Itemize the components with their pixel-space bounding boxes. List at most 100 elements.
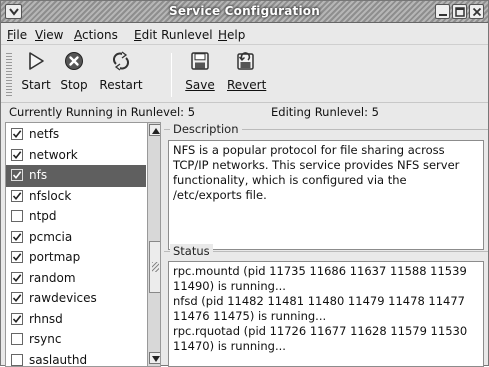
service-name: portmap (29, 250, 80, 264)
service-name: rawdevices (29, 291, 97, 305)
service-name: nfslock (29, 189, 71, 203)
description-body: NFS is a popular protocol for file shari… (173, 143, 479, 203)
service-checkbox[interactable] (11, 272, 23, 284)
scroll-down-button[interactable] (149, 352, 161, 364)
service-row-rhnsd[interactable]: rhnsd (6, 309, 146, 331)
menu-bar: File View Actions Edit Runlevel Help (1, 24, 488, 45)
service-name: rhnsd (29, 312, 63, 326)
service-name: network (29, 148, 78, 162)
menu-edit-runlevel-label: dit Runlevel (142, 28, 213, 42)
arrow-up-icon (152, 128, 160, 134)
status-line-mountd: rpc.mountd (pid 11735 11686 11637 11588 … (173, 264, 479, 294)
status-line-nfsd: nfsd (pid 11482 11481 11480 11479 11478 … (173, 294, 479, 324)
menu-actions-label: ctions (82, 28, 118, 42)
service-row-rsync[interactable]: rsync (6, 329, 146, 351)
service-checkbox[interactable] (11, 313, 23, 325)
service-row-saslauthd[interactable]: saslauthd (6, 350, 146, 367)
service-row-nfslock[interactable]: nfslock (6, 186, 146, 208)
restart-label: Restart (97, 78, 145, 92)
checkmark-icon (12, 314, 22, 324)
window-title: Service Configuration (1, 4, 488, 18)
menu-view[interactable]: View (35, 28, 63, 42)
scroll-up-button[interactable] (149, 124, 161, 136)
runlevel-status-line: Currently Running in Runlevel: 5 Editing… (1, 105, 488, 119)
service-checkbox[interactable] (11, 190, 23, 202)
checkmark-icon (12, 150, 22, 160)
start-label: Start (19, 78, 53, 92)
service-row-nfs[interactable]: nfs (6, 165, 146, 187)
toolbar-grip[interactable] (6, 53, 12, 97)
restart-button[interactable]: Restart (97, 50, 145, 92)
service-row-rawdevices[interactable]: rawdevices (6, 288, 146, 310)
minimize-button[interactable] (435, 4, 450, 19)
save-button[interactable]: Save (185, 50, 215, 92)
stop-label: Stop (57, 78, 91, 92)
service-checkbox[interactable] (11, 231, 23, 243)
service-name: rsync (29, 332, 62, 346)
menu-edit-runlevel[interactable]: Edit Runlevel (134, 28, 213, 42)
maximize-button[interactable] (452, 4, 467, 19)
status-text[interactable]: rpc.mountd (pid 11735 11686 11637 11588 … (168, 261, 484, 367)
service-name: ntpd (29, 209, 57, 223)
revert-button[interactable]: Revert (227, 50, 263, 92)
menu-edit-runlevel-mnemonic: E (134, 28, 142, 42)
service-checkbox[interactable] (11, 333, 23, 345)
service-row-random[interactable]: random (6, 268, 146, 290)
arrow-down-icon (152, 356, 160, 362)
start-button[interactable]: Start (19, 50, 53, 92)
service-name: pcmcia (29, 230, 72, 244)
menu-help[interactable]: Help (218, 28, 245, 42)
current-runlevel-text: Currently Running in Runlevel: 5 (9, 105, 195, 119)
service-name: netfs (29, 127, 59, 141)
description-label: Description (170, 122, 242, 136)
checkmark-icon (12, 191, 22, 201)
scroll-thumb-grip (152, 262, 159, 272)
play-icon (25, 50, 47, 72)
service-configuration-window: Service Configuration File View Actions … (0, 0, 489, 366)
service-row-ntpd[interactable]: ntpd (6, 206, 146, 228)
checkmark-icon (12, 293, 22, 303)
close-icon (472, 7, 482, 17)
close-button[interactable] (469, 4, 484, 19)
save-label: Save (185, 78, 215, 92)
service-checkbox[interactable] (11, 169, 23, 181)
service-row-pcmcia[interactable]: pcmcia (6, 227, 146, 249)
floppy-icon (189, 50, 211, 72)
service-row-portmap[interactable]: portmap (6, 247, 146, 269)
toolbar-separator (171, 53, 172, 97)
checkmark-icon (12, 129, 22, 139)
service-checkbox[interactable] (11, 210, 23, 222)
menu-actions[interactable]: Actions (74, 28, 118, 42)
checkmark-icon (12, 273, 22, 283)
revert-label: Revert (227, 78, 263, 92)
menu-help-mnemonic: H (218, 28, 227, 42)
service-checkbox[interactable] (11, 128, 23, 140)
service-checkbox[interactable] (11, 149, 23, 161)
maximize-icon (455, 7, 465, 17)
checkmark-icon (12, 170, 22, 180)
service-checkbox[interactable] (11, 354, 23, 366)
service-row-netfs[interactable]: netfs (6, 124, 146, 146)
revert-icon (234, 50, 256, 72)
service-name: saslauthd (29, 353, 87, 367)
stop-button[interactable]: Stop (57, 50, 91, 92)
service-checkbox[interactable] (11, 292, 23, 304)
menu-view-label: iew (43, 28, 64, 42)
status-line-rquotad: rpc.rquotad (pid 11726 11677 11628 11579… (173, 324, 479, 354)
menu-file-label: ile (13, 28, 27, 42)
service-list[interactable]: netfs network nfs nfslock ntpd pcmcia portmap r… (5, 122, 161, 367)
service-name: random (29, 271, 76, 285)
description-frame: Description NFS is a popular protocol fo… (164, 129, 488, 239)
description-text[interactable]: NFS is a popular protocol for file shari… (168, 140, 484, 250)
scroll-thumb[interactable] (149, 241, 161, 293)
status-frame: Status rpc.mountd (pid 11735 11686 11637… (164, 251, 488, 363)
service-list-scrollbar[interactable] (147, 123, 161, 366)
menu-view-mnemonic: V (35, 28, 43, 42)
service-checkbox[interactable] (11, 251, 23, 263)
stop-icon (63, 50, 85, 72)
menu-actions-mnemonic: A (74, 28, 82, 42)
service-row-network[interactable]: network (6, 145, 146, 167)
menu-file[interactable]: File (7, 28, 27, 42)
title-bar[interactable]: Service Configuration (1, 1, 488, 23)
menu-help-label: elp (227, 28, 245, 42)
